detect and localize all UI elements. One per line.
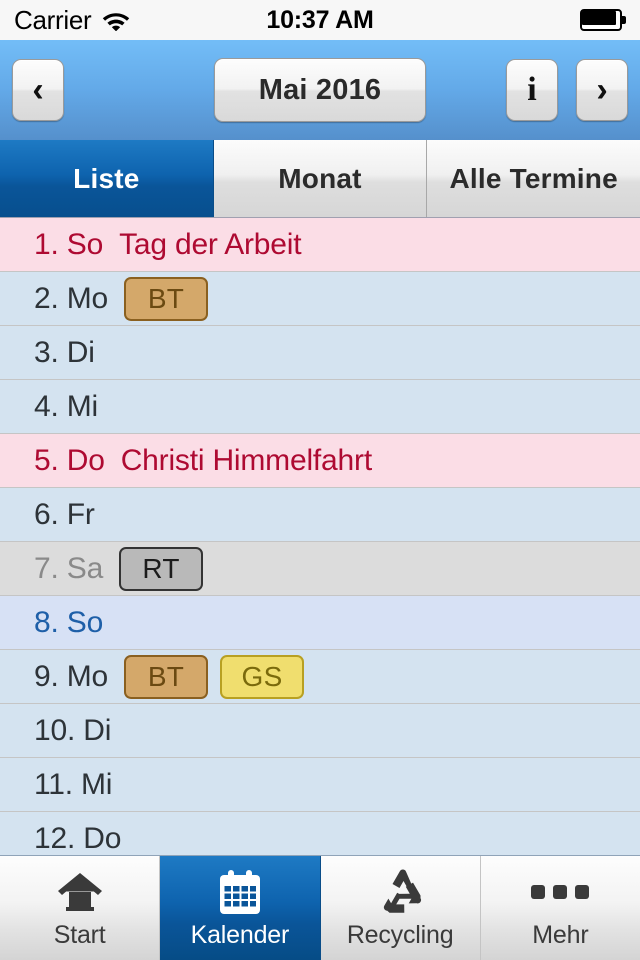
chevron-right-icon: › xyxy=(596,71,608,109)
segment-label: Liste xyxy=(73,162,140,194)
waste-type-badge-gs[interactable]: GS xyxy=(220,654,305,699)
calendar-day-row[interactable]: 2. Mo BT xyxy=(0,272,640,326)
calendar-day-row[interactable]: 11. Mi xyxy=(0,758,640,812)
calendar-day-row[interactable]: 9. Mo BT GS xyxy=(0,650,640,704)
calendar-day-row[interactable]: 8. So xyxy=(0,596,640,650)
calendar-icon xyxy=(214,867,266,917)
next-month-button[interactable]: › xyxy=(576,59,628,121)
day-label: 1. So xyxy=(34,227,104,261)
calendar-day-row[interactable]: 5. Do Christi Himmelfahrt xyxy=(0,434,640,488)
tab-start[interactable]: Start xyxy=(0,856,161,960)
status-bar: Carrier 10:37 AM xyxy=(0,0,640,40)
calendar-day-row[interactable]: 12. Do xyxy=(0,812,640,855)
calendar-day-list[interactable]: 1. So Tag der Arbeit 2. Mo BT 3. Di 4. Mi 5. D… xyxy=(0,218,640,855)
segment-monat[interactable]: Monat xyxy=(213,140,428,217)
recycle-icon xyxy=(374,867,426,917)
day-label: 4. Mi xyxy=(34,389,99,423)
segment-label: Alle Termine xyxy=(449,162,618,194)
view-mode-segmented-control: Liste Monat Alle Termine xyxy=(0,140,640,218)
calendar-day-row[interactable]: 1. So Tag der Arbeit xyxy=(0,218,640,272)
bottom-tab-bar: Start Kalender Recycling Mehr xyxy=(0,855,640,960)
day-label: 6. Fr xyxy=(34,497,95,531)
day-label: 7. Sa xyxy=(34,551,104,585)
wifi-icon xyxy=(101,9,131,31)
navigation-bar: ‹ Mai 2016 i › xyxy=(0,40,640,140)
day-label: 5. Do xyxy=(34,443,105,477)
tab-kalender[interactable]: Kalender xyxy=(160,856,321,960)
tab-label: Mehr xyxy=(532,920,589,949)
calendar-day-row[interactable]: 10. Di xyxy=(0,704,640,758)
day-label: 2. Mo xyxy=(34,281,109,315)
chevron-left-icon: ‹ xyxy=(32,71,44,109)
info-icon: i xyxy=(527,71,537,108)
day-label: 10. Di xyxy=(34,713,112,747)
tab-label: Recycling xyxy=(346,920,454,949)
tab-mehr[interactable]: Mehr xyxy=(481,856,640,960)
segment-label: Monat xyxy=(278,162,362,194)
status-bar-left: Carrier xyxy=(14,5,131,36)
segment-alle-termine[interactable]: Alle Termine xyxy=(427,140,640,217)
waste-type-badge-rt[interactable]: RT xyxy=(119,546,204,591)
tab-recycling[interactable]: Recycling xyxy=(321,856,481,960)
battery-full-icon xyxy=(580,9,626,31)
day-label: 12. Do xyxy=(34,821,122,855)
status-bar-right xyxy=(580,9,626,31)
badge-group: BT xyxy=(124,276,209,321)
badge-group: BT GS xyxy=(124,654,305,699)
day-label: 11. Mi xyxy=(34,767,113,801)
ellipsis-icon xyxy=(531,867,590,917)
month-title-button[interactable]: Mai 2016 xyxy=(214,58,426,122)
calendar-day-row[interactable]: 3. Di xyxy=(0,326,640,380)
holiday-title: Tag der Arbeit xyxy=(119,227,302,261)
tab-label: Start xyxy=(53,920,106,949)
day-label: 3. Di xyxy=(34,335,95,369)
day-label: 8. So xyxy=(34,605,104,639)
badge-group: RT xyxy=(119,546,204,591)
day-label: 9. Mo xyxy=(34,659,109,693)
calendar-day-row[interactable]: 7. Sa RT xyxy=(0,542,640,596)
home-icon xyxy=(54,867,106,917)
holiday-title: Christi Himmelfahrt xyxy=(120,443,372,477)
calendar-day-row[interactable]: 4. Mi xyxy=(0,380,640,434)
previous-month-button[interactable]: ‹ xyxy=(12,59,64,121)
info-button[interactable]: i xyxy=(506,59,558,121)
carrier-label: Carrier xyxy=(14,4,92,35)
app-root: Carrier 10:37 AM ‹ Mai 2016 i › Liste Mo… xyxy=(0,0,640,960)
calendar-day-row[interactable]: 6. Fr xyxy=(0,488,640,542)
waste-type-badge-bt[interactable]: BT xyxy=(124,654,209,699)
waste-type-badge-bt[interactable]: BT xyxy=(124,276,209,321)
segment-liste[interactable]: Liste xyxy=(0,140,214,217)
tab-label: Kalender xyxy=(190,920,290,949)
